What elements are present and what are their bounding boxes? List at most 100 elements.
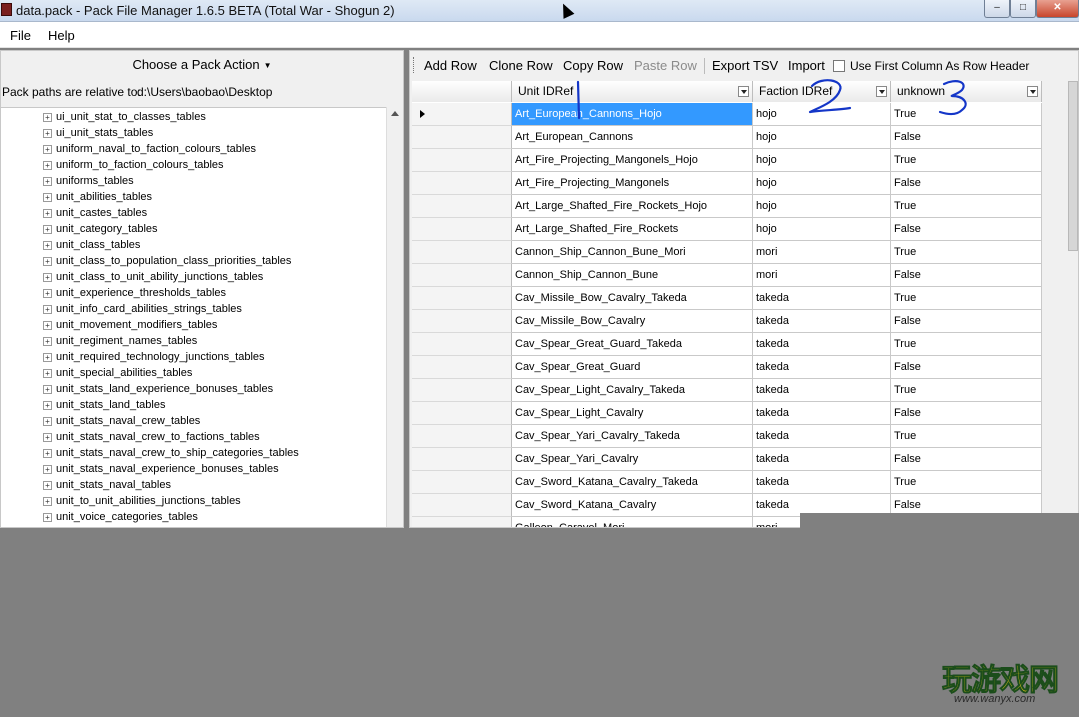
table-cell[interactable]: hojo	[753, 126, 891, 149]
expand-icon[interactable]: +	[43, 192, 52, 202]
table-cell[interactable]: Galleon_Caravel_Mori	[512, 517, 753, 527]
row-header[interactable]	[412, 241, 512, 264]
row-header[interactable]	[412, 149, 512, 172]
tree-item[interactable]: + unit_required_technology_junctions_tabl…	[43, 349, 265, 365]
table-cell[interactable]: False	[891, 218, 1042, 241]
table-row[interactable]: Cav_Spear_Yari_Cavalry_Takeda takeda True	[412, 425, 1042, 448]
row-header[interactable]	[412, 172, 512, 195]
table-cell[interactable]: takeda	[753, 356, 891, 379]
table-cell[interactable]: hojo	[753, 172, 891, 195]
tree-item[interactable]: + unit_stats_land_tables	[43, 397, 165, 413]
tree-item[interactable]: + unit_castes_tables	[43, 205, 147, 221]
table-row[interactable]: Cannon_Ship_Cannon_Bune_Mori mori True	[412, 241, 1042, 264]
first-column-header-checkbox[interactable]	[833, 60, 845, 72]
row-header[interactable]	[412, 471, 512, 494]
expand-icon[interactable]: +	[43, 416, 52, 426]
expand-icon[interactable]: +	[43, 320, 52, 330]
table-row[interactable]: Art_Fire_Projecting_Mangonels_Hojo hojo Tr…	[412, 149, 1042, 172]
tree-item[interactable]: + uniform_naval_to_faction_colours_tables	[43, 141, 256, 157]
row-header[interactable]	[412, 402, 512, 425]
table-cell[interactable]: True	[891, 149, 1042, 172]
table-cell[interactable]: takeda	[753, 333, 891, 356]
table-cell[interactable]: True	[891, 287, 1042, 310]
row-header[interactable]	[412, 287, 512, 310]
table-cell[interactable]: Cav_Spear_Great_Guard	[512, 356, 753, 379]
table-cell[interactable]: False	[891, 172, 1042, 195]
table-row[interactable]: Cav_Spear_Light_Cavalry takeda False	[412, 402, 1042, 425]
expand-icon[interactable]: +	[43, 496, 52, 506]
column-header-faction-idref[interactable]: Faction IDRef	[753, 81, 891, 102]
expand-icon[interactable]: +	[43, 304, 52, 314]
table-cell[interactable]: takeda	[753, 402, 891, 425]
tree-item[interactable]: + uniforms_tables	[43, 173, 134, 189]
table-cell[interactable]: False	[891, 402, 1042, 425]
row-header[interactable]	[412, 126, 512, 149]
row-header[interactable]	[412, 218, 512, 241]
table-cell[interactable]: Art_Fire_Projecting_Mangonels	[512, 172, 753, 195]
tree-item[interactable]: + unit_voice_categories_tables	[43, 509, 198, 525]
tree-item[interactable]: + unit_info_card_abilities_strings_tables	[43, 301, 242, 317]
table-cell[interactable]: Art_European_Cannons	[512, 126, 753, 149]
table-cell[interactable]: Cannon_Ship_Cannon_Bune	[512, 264, 753, 287]
table-row[interactable]: Art_Large_Shafted_Fire_Rockets_Hojo hojo T…	[412, 195, 1042, 218]
table-row[interactable]: Cav_Spear_Great_Guard_Takeda takeda True	[412, 333, 1042, 356]
table-cell[interactable]: mori	[753, 264, 891, 287]
expand-icon[interactable]: +	[43, 400, 52, 410]
row-header[interactable]	[412, 103, 512, 126]
table-cell[interactable]: takeda	[753, 287, 891, 310]
tree-item[interactable]: + unit_class_tables	[43, 237, 140, 253]
row-header[interactable]	[412, 494, 512, 517]
table-cell[interactable]: False	[891, 448, 1042, 471]
table-cell[interactable]: True	[891, 103, 1042, 126]
toolbar-grip[interactable]	[413, 57, 416, 73]
row-header[interactable]	[412, 264, 512, 287]
first-column-header-label[interactable]: Use First Column As Row Header	[850, 59, 1029, 73]
row-header[interactable]	[412, 379, 512, 402]
expand-icon[interactable]: +	[43, 512, 52, 522]
export-tsv-button[interactable]: Export TSV	[712, 58, 778, 73]
table-row[interactable]: Cav_Missile_Bow_Cavalry_Takeda takeda True	[412, 287, 1042, 310]
table-row[interactable]: Cav_Spear_Great_Guard takeda False	[412, 356, 1042, 379]
expand-icon[interactable]: +	[43, 112, 52, 122]
menu-help[interactable]: Help	[48, 28, 75, 43]
table-cell[interactable]: Art_Large_Shafted_Fire_Rockets	[512, 218, 753, 241]
table-cell[interactable]: Cav_Spear_Great_Guard_Takeda	[512, 333, 753, 356]
tree-item[interactable]: + unit_movement_modifiers_tables	[43, 317, 217, 333]
expand-icon[interactable]: +	[43, 368, 52, 378]
expand-icon[interactable]: +	[43, 480, 52, 490]
column-dropdown-icon[interactable]	[738, 86, 749, 97]
table-cell[interactable]: mori	[753, 241, 891, 264]
data-grid[interactable]: Unit IDRef Faction IDRef unknown Art_Eur…	[412, 81, 1042, 527]
column-header-unit-idref[interactable]: Unit IDRef	[512, 81, 753, 102]
menu-file[interactable]: File	[10, 28, 31, 43]
row-header[interactable]	[412, 448, 512, 471]
table-row[interactable]: Art_Large_Shafted_Fire_Rockets hojo False	[412, 218, 1042, 241]
tree-item[interactable]: + ui_unit_stat_to_classes_tables	[43, 109, 206, 125]
tree-item[interactable]: + unit_regiment_names_tables	[43, 333, 197, 349]
column-dropdown-icon[interactable]	[1027, 86, 1038, 97]
pack-file-tree[interactable]: + ui_unit_stat_to_classes_tables + ui_unit_…	[1, 107, 386, 527]
table-cell[interactable]: Art_Large_Shafted_Fire_Rockets_Hojo	[512, 195, 753, 218]
import-button[interactable]: Import	[788, 58, 825, 73]
tree-item[interactable]: + unit_stats_naval_tables	[43, 477, 171, 493]
tree-item[interactable]: + unit_special_abilities_tables	[43, 365, 192, 381]
tree-item[interactable]: + unit_experience_thresholds_tables	[43, 285, 226, 301]
table-row[interactable]: Art_European_Cannons_Hojo hojo True	[412, 103, 1042, 126]
expand-icon[interactable]: +	[43, 208, 52, 218]
tree-item[interactable]: + unit_class_to_unit_ability_junctions_ta…	[43, 269, 263, 285]
paste-row-button[interactable]: Paste Row	[634, 58, 697, 73]
table-cell[interactable]: True	[891, 241, 1042, 264]
tree-item[interactable]: + unit_stats_naval_crew_tables	[43, 413, 200, 429]
table-row[interactable]: Art_European_Cannons hojo False	[412, 126, 1042, 149]
table-cell[interactable]: takeda	[753, 425, 891, 448]
table-cell[interactable]: hojo	[753, 103, 891, 126]
table-cell[interactable]: takeda	[753, 310, 891, 333]
table-cell[interactable]: True	[891, 471, 1042, 494]
tree-item[interactable]: + uniform_to_faction_colours_tables	[43, 157, 224, 173]
table-cell[interactable]: Cav_Sword_Katana_Cavalry_Takeda	[512, 471, 753, 494]
tree-scrollbar[interactable]	[386, 107, 403, 527]
minimize-button[interactable]: –	[984, 0, 1010, 18]
row-header[interactable]	[412, 425, 512, 448]
tree-item[interactable]: + unit_category_tables	[43, 221, 158, 237]
table-row[interactable]: Cav_Spear_Light_Cavalry_Takeda takeda True	[412, 379, 1042, 402]
